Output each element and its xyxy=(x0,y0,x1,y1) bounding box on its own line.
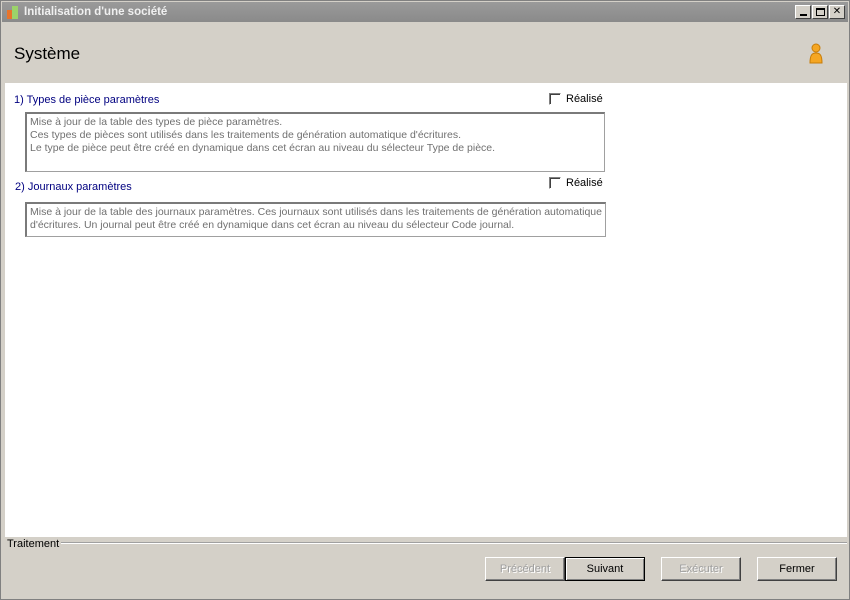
step-1-done-checkbox[interactable]: Réalisé xyxy=(549,93,603,105)
steps-panel: 1) Types de pièce paramètres Réalisé Mis… xyxy=(5,83,847,537)
checkbox-box[interactable] xyxy=(549,93,561,105)
checkbox-label: Réalisé xyxy=(566,93,603,105)
close-button[interactable]: Fermer xyxy=(757,557,837,581)
processing-group-label: Traitement xyxy=(7,538,60,550)
step-1-title: 1) Types de pièce paramètres xyxy=(14,94,160,106)
checkbox-label: Réalisé xyxy=(566,177,603,189)
step-1-description: Mise à jour de la table des types de piè… xyxy=(25,112,605,172)
page-header: Système xyxy=(3,23,849,83)
wizard-window: Initialisation d'une société ✕ Système 1… xyxy=(0,0,850,600)
maximize-button[interactable] xyxy=(812,5,828,19)
app-icon xyxy=(5,4,21,20)
description-line: Mise à jour de la table des types de piè… xyxy=(30,116,283,128)
user-icon[interactable] xyxy=(808,43,824,65)
title-bar[interactable]: Initialisation d'une société ✕ xyxy=(2,2,848,22)
step-2-done-checkbox[interactable]: Réalisé xyxy=(549,177,603,189)
previous-button[interactable]: Précédent xyxy=(485,557,565,581)
page-title: Système xyxy=(14,44,81,63)
minimize-button[interactable] xyxy=(795,5,811,19)
group-divider xyxy=(61,542,847,544)
close-window-button[interactable]: ✕ xyxy=(829,5,845,19)
maximize-icon xyxy=(815,8,825,16)
close-icon: ✕ xyxy=(832,6,842,17)
window-controls: ✕ xyxy=(795,5,845,19)
step-2-title: 2) Journaux paramètres xyxy=(15,181,132,193)
description-line: Ces types de pièces sont utilisés dans l… xyxy=(30,129,461,141)
description-line: Mise à jour de la table des journaux par… xyxy=(30,206,602,218)
description-line: d'écritures. Un journal peut être créé e… xyxy=(30,219,515,231)
next-button[interactable]: Suivant xyxy=(565,557,645,581)
execute-button[interactable]: Exécuter xyxy=(661,557,741,581)
minimize-icon xyxy=(799,14,807,16)
window-title: Initialisation d'une société xyxy=(24,6,168,18)
checkbox-box[interactable] xyxy=(549,177,561,189)
description-line: Le type de pièce peut être créé en dynam… xyxy=(30,142,496,154)
step-2-description: Mise à jour de la table des journaux par… xyxy=(25,202,606,237)
